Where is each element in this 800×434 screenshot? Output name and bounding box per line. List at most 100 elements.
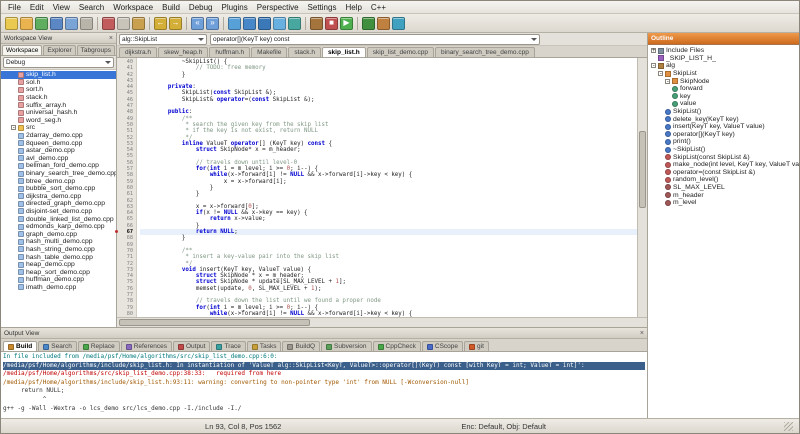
editor-horizontal-scrollbar[interactable]: [117, 317, 647, 327]
workspace-tab-tabgroups[interactable]: Tabgroups: [76, 45, 115, 55]
nav-forward-icon[interactable]: »: [206, 16, 219, 30]
resize-grip-icon[interactable]: [784, 421, 793, 431]
symbol-operator-keyt-key[interactable]: operator[](KeyT key): [648, 131, 799, 139]
file-hash-string-demo-cpp[interactable]: hash_string_demo.cpp: [1, 246, 116, 254]
editor-tab-skew-heap-h[interactable]: skew_heap.h: [158, 47, 209, 57]
symbol-sl-max-level[interactable]: SL_MAX_LEVEL: [648, 184, 799, 192]
output-tab-tasks[interactable]: Tasks: [246, 341, 282, 351]
editor-tab-binary-search-tree-demo-cpp[interactable]: binary_search_tree_demo.cpp: [435, 47, 535, 57]
output-tab-buildq[interactable]: BuildQ: [282, 341, 320, 351]
menu-item-file[interactable]: File: [4, 3, 25, 12]
collapse-icon[interactable]: -: [658, 71, 663, 77]
log-line[interactable]: ^: [3, 396, 645, 405]
highlight-word-icon[interactable]: [288, 16, 301, 30]
menu-item-plugins[interactable]: Plugins: [218, 3, 252, 12]
log-line[interactable]: /media/psf/Home/algorithms/include/skip_…: [3, 379, 645, 388]
output-tab-build[interactable]: Build: [3, 341, 38, 351]
file-double-linked-list-demo-cpp[interactable]: double_linked_list_demo.cpp: [1, 215, 116, 223]
file-sort-h[interactable]: sort.h: [1, 86, 116, 94]
log-line[interactable]: return NULL;: [3, 387, 645, 396]
file-tree[interactable]: skip_list.h sol.h sort.h stack.h suffix_arra…: [1, 70, 116, 327]
menu-item-workspace[interactable]: Workspace: [109, 3, 157, 12]
log-line[interactable]: g++ -g -Wall -Wextra -o lcs_demo src/lcs…: [3, 405, 645, 414]
file-dijkstra-demo-cpp[interactable]: dijkstra_demo.cpp: [1, 193, 116, 201]
next-error-icon[interactable]: [377, 16, 390, 30]
symbol-forward[interactable]: forward: [648, 85, 799, 93]
file-src[interactable]: - src: [1, 124, 116, 132]
file-edmonds-karp-demo-cpp[interactable]: edmonds_karp_demo.cpp: [1, 223, 116, 231]
menu-item-c[interactable]: C++: [367, 3, 390, 12]
workspace-tab-explorer[interactable]: Explorer: [43, 45, 76, 55]
symbol-skiplist[interactable]: SkipList(): [648, 108, 799, 116]
stop-build-icon[interactable]: ■: [325, 16, 338, 30]
file-hash-table-demo-cpp[interactable]: hash_table_demo.cpp: [1, 253, 116, 261]
menu-item-edit[interactable]: Edit: [26, 3, 48, 12]
file-avl-demo-cpp[interactable]: avl_demo.cpp: [1, 155, 116, 163]
editor-tab-makefile[interactable]: Makefile: [251, 47, 288, 57]
symbol-alg[interactable]: - alg: [648, 62, 799, 70]
file-sol-h[interactable]: sol.h: [1, 79, 116, 87]
file-imath-demo-cpp[interactable]: imath_demo.cpp: [1, 284, 116, 292]
output-tab-trace[interactable]: Trace: [211, 341, 246, 351]
build-config-select[interactable]: Debug: [3, 57, 114, 68]
editor-tab-skip-list-h[interactable]: skip_list.h: [321, 47, 366, 57]
new-file-icon[interactable]: [5, 16, 18, 30]
find-icon[interactable]: [228, 16, 241, 30]
output-close-icon[interactable]: ×: [640, 330, 644, 337]
output-tab-replace[interactable]: Replace: [77, 341, 120, 351]
file-skip-list-h[interactable]: skip_list.h: [1, 71, 116, 79]
log-line[interactable]: /media/psf/Home/algorithms/src/skip_list…: [3, 370, 645, 379]
output-tab-output[interactable]: Output: [172, 341, 211, 351]
reload-file-icon[interactable]: [35, 16, 48, 30]
undo-icon[interactable]: ←: [154, 16, 167, 30]
line-number-gutter[interactable]: 40 41 42 43 44 45 46 47 48 49 50 51 52 53 54 55 56 57 58 59…: [115, 58, 137, 317]
file-8queen-demo-cpp[interactable]: 8queen_demo.cpp: [1, 139, 116, 147]
save-file-icon[interactable]: [50, 16, 63, 30]
file-stack-h[interactable]: stack.h: [1, 94, 116, 102]
symbol-skiplist[interactable]: - SkipList: [648, 70, 799, 78]
menu-item-settings[interactable]: Settings: [304, 3, 341, 12]
editor-vertical-scrollbar[interactable]: [637, 58, 647, 317]
scrollbar-thumb[interactable]: [119, 319, 310, 326]
workspace-close-icon[interactable]: ×: [109, 35, 113, 42]
find-resource-icon[interactable]: [273, 16, 286, 30]
symbol-tree[interactable]: + Include Files _SKIP_LIST_H_ - alg - SkipList…: [648, 45, 799, 418]
build-log[interactable]: In file included from /media/psf/Home/al…: [1, 352, 647, 418]
symbol-make-node-int-level-keyt-key-valuet-value[interactable]: make_node(int level, KeyT key, ValueT va…: [648, 161, 799, 169]
close-file-icon[interactable]: [80, 16, 93, 30]
output-tab-git[interactable]: git: [464, 341, 489, 351]
bookmark-icon[interactable]: [392, 16, 405, 30]
symbol-skip-list-h[interactable]: _SKIP_LIST_H_: [648, 55, 799, 63]
log-line[interactable]: In file included from /media/psf/Home/al…: [3, 353, 645, 362]
copy-icon[interactable]: [117, 16, 130, 30]
symbol-insert-keyt-key-valuet-value[interactable]: insert(KeyT key, ValueT value): [648, 123, 799, 131]
open-file-icon[interactable]: [20, 16, 33, 30]
menu-item-perspective[interactable]: Perspective: [253, 3, 303, 12]
file-huffman-demo-cpp[interactable]: huffman_demo.cpp: [1, 276, 116, 284]
symbol-include-files[interactable]: + Include Files: [648, 47, 799, 55]
file-binary-search-tree-demo-cpp[interactable]: binary_search_tree_demo.cpp: [1, 170, 116, 178]
editor-tab-huffman-h[interactable]: huffman.h: [209, 47, 251, 57]
editor-tab-dijkstra-h[interactable]: dijkstra.h: [119, 47, 158, 57]
run-icon[interactable]: ▶: [340, 16, 353, 30]
output-tab-cscope[interactable]: CScope: [421, 341, 464, 351]
file-hash-multi-demo-cpp[interactable]: hash_multi_demo.cpp: [1, 238, 116, 246]
symbol-delete-key-keyt-key[interactable]: delete_key(KeyT key): [648, 115, 799, 123]
paste-icon[interactable]: [132, 16, 145, 30]
symbol-skiplist[interactable]: ~SkipList(): [648, 146, 799, 154]
symbol-value[interactable]: value: [648, 100, 799, 108]
file-universal-hash-h[interactable]: universal_hash.h: [1, 109, 116, 117]
file-bellman-ford-demo-cpp[interactable]: bellman_ford_demo.cpp: [1, 162, 116, 170]
workspace-tab-workspace[interactable]: Workspace: [2, 45, 43, 55]
output-tab-cppcheck[interactable]: CppCheck: [372, 341, 421, 351]
cut-icon[interactable]: [102, 16, 115, 30]
file-suffix-array-h[interactable]: suffix_array.h: [1, 101, 116, 109]
function-combo[interactable]: operator[](KeyT key) const: [210, 33, 540, 45]
file-bubble-sort-demo-cpp[interactable]: bubble_sort_demo.cpp: [1, 185, 116, 193]
collapse-icon[interactable]: -: [665, 78, 670, 84]
symbol-random-level[interactable]: random_level(): [648, 176, 799, 184]
redo-icon[interactable]: →: [169, 16, 182, 30]
menu-item-help[interactable]: Help: [341, 3, 365, 12]
output-tab-subversion[interactable]: Subversion: [321, 341, 372, 351]
menu-item-debug[interactable]: Debug: [185, 3, 217, 12]
